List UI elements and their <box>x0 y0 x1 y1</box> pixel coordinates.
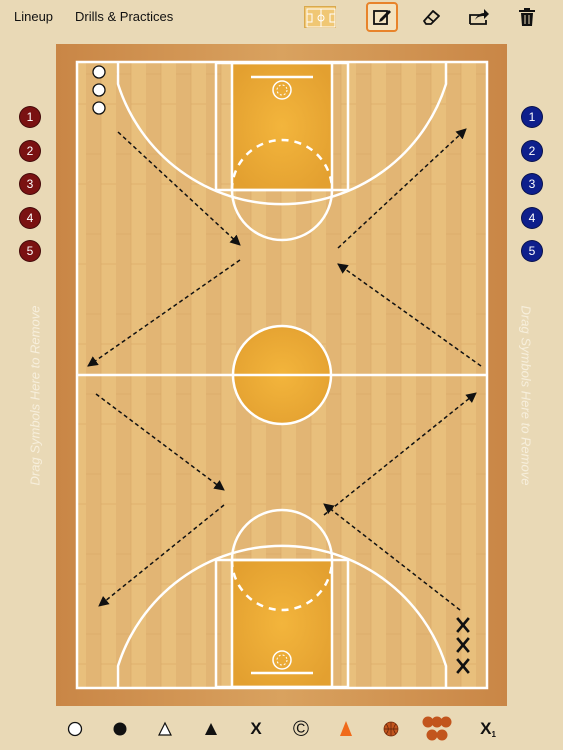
right-player-5[interactable]: 5 <box>521 240 543 262</box>
basketball-icon[interactable] <box>378 716 404 742</box>
lineup-link[interactable]: Lineup <box>14 9 53 24</box>
basketball-court[interactable] <box>56 44 507 706</box>
offense-circle-marker[interactable] <box>92 65 106 79</box>
x-symbol[interactable]: X <box>243 716 269 742</box>
offense-circle-marker[interactable] <box>92 101 106 115</box>
right-player-3[interactable]: 3 <box>521 173 543 195</box>
open-triangle-icon[interactable] <box>152 716 178 742</box>
eraser-icon[interactable] <box>415 2 447 32</box>
right-player-4[interactable]: 4 <box>521 207 543 229</box>
bottom-paint <box>232 560 332 687</box>
court-thumbnail-icon[interactable] <box>304 6 336 28</box>
left-player-1[interactable]: 1 <box>19 106 41 128</box>
top-paint <box>232 63 332 190</box>
coach-symbol[interactable]: © <box>288 716 314 742</box>
trash-icon[interactable] <box>511 2 543 32</box>
open-circle-icon[interactable] <box>62 716 88 742</box>
symbol-palette: X © X1 <box>0 708 563 750</box>
left-player-5[interactable]: 5 <box>19 240 41 262</box>
right-player-2[interactable]: 2 <box>521 140 543 162</box>
numbered-x-symbol[interactable]: X1 <box>475 716 501 742</box>
drills-practices-link[interactable]: Drills & Practices <box>75 9 173 24</box>
share-icon[interactable] <box>463 2 495 32</box>
left-player-2[interactable]: 2 <box>19 140 41 162</box>
right-remove-zone-label: Drag Symbols Here to Remove <box>518 305 534 486</box>
left-player-4[interactable]: 4 <box>19 207 41 229</box>
right-player-1[interactable]: 1 <box>521 106 543 128</box>
filled-triangle-icon[interactable] <box>198 716 224 742</box>
cone-icon[interactable] <box>333 716 359 742</box>
top-toolbar: Lineup Drills & Practices <box>0 0 563 34</box>
edit-icon[interactable] <box>366 2 398 32</box>
filled-circle-icon[interactable] <box>107 716 133 742</box>
left-player-3[interactable]: 3 <box>19 173 41 195</box>
left-remove-zone-label: Drag Symbols Here to Remove <box>27 305 43 486</box>
offense-circle-marker[interactable] <box>92 83 106 97</box>
basketball-rack-icon[interactable] <box>420 716 454 742</box>
